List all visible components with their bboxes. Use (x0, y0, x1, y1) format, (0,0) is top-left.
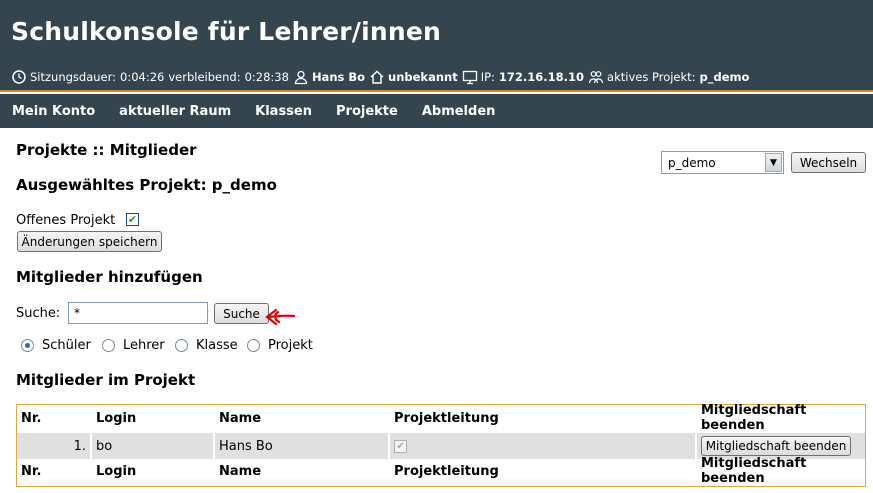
cell-login: bo (90, 433, 213, 459)
nav-item-klassen[interactable]: Klassen (255, 104, 312, 119)
radio-lehrer[interactable] (102, 339, 115, 352)
app-title: Schulkonsole für Lehrer/innen (11, 17, 442, 46)
active-project-value: p_demo (699, 70, 750, 84)
session-duration-value: 0:04:26 (120, 70, 165, 84)
clock-icon (11, 69, 27, 85)
ip-value: 172.16.18.10 (498, 70, 585, 84)
user-icon (293, 69, 309, 85)
chevron-down-icon[interactable]: ▼ (765, 153, 782, 172)
main-nav: Mein Konto aktueller Raum Klassen Projek… (0, 94, 873, 128)
selected-project-heading: Ausgewähltes Projekt: p_demo (16, 176, 277, 194)
radio-projekt[interactable] (247, 339, 260, 352)
column-footer-name: Name (213, 458, 388, 484)
search-input-value: * (74, 306, 80, 320)
search-button[interactable]: Suche (214, 303, 269, 324)
cell-projektleitung: ✔ (388, 433, 695, 459)
radio-projekt-label: Projekt (268, 338, 313, 353)
session-remaining-label: verbleibend: (168, 70, 241, 84)
session-remaining-value: 0:28:38 (244, 70, 289, 84)
cell-nr: 1. (73, 438, 86, 454)
members-heading: Mitglieder im Projekt (16, 371, 196, 389)
project-leader-checkbox[interactable]: ✔ (394, 439, 407, 453)
session-status-bar: Sitzungsdauer: 0:04:26 verbleibend: 0:28… (11, 68, 749, 86)
project-select[interactable]: p_demo ▼ (661, 151, 784, 174)
table-footer-row: Nr. Login Name Projektleitung Mitgliedsc… (17, 456, 865, 486)
save-changes-button[interactable]: Änderungen speichern (17, 231, 162, 252)
column-footer-projektleitung: Projektleitung (388, 458, 695, 484)
ip-label: IP: (480, 70, 495, 84)
column-header-login: Login (90, 405, 213, 431)
search-input[interactable]: * (68, 302, 208, 324)
active-project-label: aktives Projekt: (607, 70, 696, 84)
room-value: unbekannt (388, 70, 458, 84)
nav-item-abmelden[interactable]: Abmelden (422, 104, 496, 119)
radio-schueler[interactable] (21, 339, 34, 352)
nav-item-projekte[interactable]: Projekte (336, 104, 398, 119)
end-membership-button[interactable]: Mitgliedschaft beenden (701, 436, 851, 456)
column-header-projektleitung: Projektleitung (388, 405, 695, 431)
radio-klasse-label: Klasse (196, 338, 238, 353)
session-duration-label: Sitzungsdauer: (30, 70, 117, 84)
monitor-icon (462, 69, 478, 85)
user-name: Hans Bo (311, 70, 366, 84)
table-header-row: Nr. Login Name Projektleitung Mitgliedsc… (17, 403, 865, 433)
column-header-nr: Nr. (21, 410, 42, 426)
add-members-heading: Mitglieder hinzufügen (16, 268, 203, 286)
arrow-annotation-icon (265, 308, 296, 326)
radio-schueler-label: Schüler (42, 338, 91, 353)
column-header-mitgliedschaft-beenden: Mitgliedschaft beenden (695, 403, 865, 433)
radio-klasse[interactable] (175, 339, 188, 352)
column-footer-login: Login (90, 458, 213, 484)
switch-project-button[interactable]: Wechseln (791, 152, 866, 173)
app-header: Schulkonsole für Lehrer/innen Sitzungsda… (0, 0, 873, 92)
nav-item-mein-konto[interactable]: Mein Konto (12, 104, 95, 119)
column-footer-nr: Nr. (21, 463, 42, 479)
column-header-name: Name (213, 405, 388, 431)
project-select-value: p_demo (668, 155, 716, 170)
members-table: Nr. Login Name Projektleitung Mitgliedsc… (16, 403, 866, 487)
cell-name: Hans Bo (213, 433, 388, 459)
page-title: Projekte :: Mitglieder (16, 141, 197, 159)
radio-lehrer-label: Lehrer (123, 338, 165, 353)
open-project-checkbox[interactable]: ✔ (126, 213, 139, 226)
open-project-label: Offenes Projekt (16, 213, 116, 228)
search-label: Suche: (16, 306, 61, 321)
column-footer-mitgliedschaft-beenden: Mitgliedschaft beenden (695, 456, 865, 486)
nav-item-aktueller-raum[interactable]: aktueller Raum (119, 104, 231, 119)
house-icon (369, 69, 385, 85)
group-icon (588, 69, 604, 85)
